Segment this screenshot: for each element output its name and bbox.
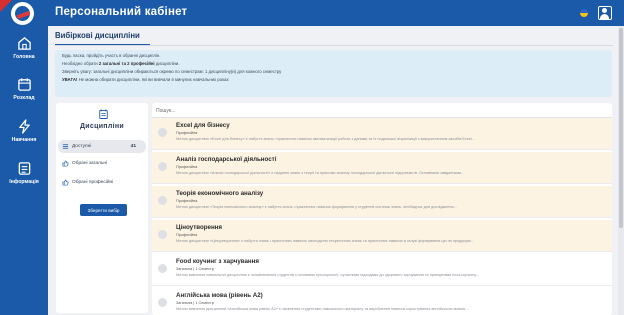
divider — [55, 45, 613, 46]
filter-available[interactable]: Доступні 41 — [58, 140, 146, 153]
sidebar: Головна Розклад Навчання Інформація — [0, 26, 48, 315]
course-type: Професійна — [176, 165, 198, 169]
course-radio[interactable] — [158, 162, 167, 171]
course-row[interactable]: Англійська мова (рівень A2) Загальна | 1… — [152, 288, 612, 315]
course-description: Метою дисципліни «Ціноутворення» є набут… — [176, 239, 474, 243]
disciplines-list-panel: Excel для бізнесу Професійна Метою дисци… — [152, 103, 612, 315]
calendar-list-icon — [99, 109, 108, 119]
course-title: Excel для бізнесу — [176, 122, 230, 129]
calendar-icon — [17, 78, 31, 91]
home-icon — [17, 37, 31, 50]
course-title: Теорія економічного аналізу — [176, 190, 264, 197]
info-text: Необхідно обрати — [62, 60, 99, 66]
sidebar-item-learning[interactable]: Навчання — [0, 119, 48, 143]
course-title: Аналіз господарської діяльності — [176, 156, 277, 163]
sidebar-item-label: Розклад — [13, 95, 35, 101]
thumbs-up-icon — [62, 179, 69, 186]
course-type: Професійна — [176, 199, 198, 203]
filter-chosen-professional[interactable]: Обрані професійні — [58, 176, 146, 189]
sidebar-item-schedule[interactable]: Розклад — [0, 77, 48, 101]
course-row[interactable]: Теорія економічного аналізу Професійна М… — [152, 186, 612, 218]
scrollbar-thumb[interactable] — [619, 28, 623, 228]
search-input[interactable] — [156, 106, 356, 115]
lightning-icon — [18, 119, 30, 134]
course-row[interactable]: Аналіз господарської діяльності Професій… — [152, 152, 612, 184]
course-row[interactable]: Excel для бізнесу Професійна Метою дисци… — [152, 118, 612, 150]
page-scrollbar[interactable] — [618, 26, 624, 315]
course-type: Загальна | 1 Семестр — [176, 267, 214, 271]
course-description: Метою дисципліни «Теорія економічного ан… — [176, 205, 457, 209]
info-line: Будь ласка, пройдіть участь в обранні ди… — [62, 53, 161, 58]
info-line: УВАГА! Не можна обирати дисципліни, які … — [62, 76, 605, 83]
user-avatar-icon[interactable] — [598, 6, 612, 20]
thumbs-up-icon — [62, 160, 69, 167]
save-choice-button[interactable]: Зберегти вибір — [80, 204, 127, 216]
course-title: Food коучинг з харчування — [176, 258, 260, 265]
corner-ribbon — [0, 0, 12, 12]
info-notice: Будь ласка, пройдіть участь в обранні ди… — [55, 50, 612, 97]
info-icon — [18, 162, 30, 175]
info-line: Зверніть увагу: загальні дисципліни обир… — [62, 68, 282, 74]
disciplines-filter-panel: Дисципліни Доступні 41 Обрані загальні О… — [56, 103, 148, 313]
page-title: Вибіркові дисципліни — [55, 31, 140, 40]
course-description: Метою вивчення навчальної дисципліни є о… — [176, 273, 479, 277]
course-title: Англійська мова (рівень A2) — [176, 292, 263, 299]
sidebar-item-label: Інформація — [9, 179, 39, 185]
sidebar-item-information[interactable]: Інформація — [0, 161, 48, 185]
filter-label: Доступні — [72, 144, 92, 149]
course-row[interactable]: Ціноутворення Професійна Метою дисциплін… — [152, 220, 612, 252]
course-radio[interactable] — [158, 298, 167, 307]
course-radio[interactable] — [158, 196, 167, 205]
course-radio[interactable] — [158, 128, 167, 137]
course-radio[interactable] — [158, 230, 167, 239]
top-bar: Персональний кабінет — [0, 0, 624, 26]
app-title: Персональний кабінет — [55, 6, 188, 18]
sidebar-item-label: Навчання — [11, 137, 37, 143]
course-type: Загальна | 1 Семестр — [176, 301, 214, 305]
course-description: Метою дисципліни «Excel для бізнесу» є н… — [176, 137, 475, 141]
info-bold: 2 загальні та 2 професійні — [98, 60, 155, 66]
info-text: Не можна обирати дисципліни, які ви вивч… — [77, 76, 229, 82]
university-logo[interactable] — [11, 2, 34, 25]
info-warning-label: УВАГА! — [62, 76, 78, 82]
course-row[interactable]: Food коучинг з харчування Загальна | 1 С… — [152, 254, 612, 286]
available-count: 41 — [130, 144, 136, 149]
info-text: дисципліни. — [154, 60, 180, 66]
course-description: Метою дисципліни «Аналіз господарської д… — [176, 171, 465, 175]
course-type: Професійна — [176, 233, 198, 237]
course-type: Професійна — [176, 131, 198, 135]
info-line: Необхідно обрати 2 загальні та 2 професі… — [62, 60, 605, 67]
course-title: Ціноутворення — [176, 224, 223, 231]
filter-label: Обрані загальні — [72, 161, 108, 166]
panel-title: Дисципліни — [80, 123, 124, 130]
list-icon — [62, 144, 69, 149]
page-title-tab: Вибіркові дисципліни — [55, 31, 150, 45]
course-radio[interactable] — [158, 264, 167, 273]
filter-label: Обрані професійні — [72, 180, 114, 185]
course-description: Метою вивчення дисципліни «Англійська мо… — [176, 307, 469, 311]
sidebar-item-label: Головна — [13, 54, 35, 60]
language-flag-icon[interactable] — [580, 9, 588, 17]
sidebar-item-home[interactable]: Головна — [0, 36, 48, 60]
filter-chosen-general[interactable]: Обрані загальні — [58, 157, 146, 170]
